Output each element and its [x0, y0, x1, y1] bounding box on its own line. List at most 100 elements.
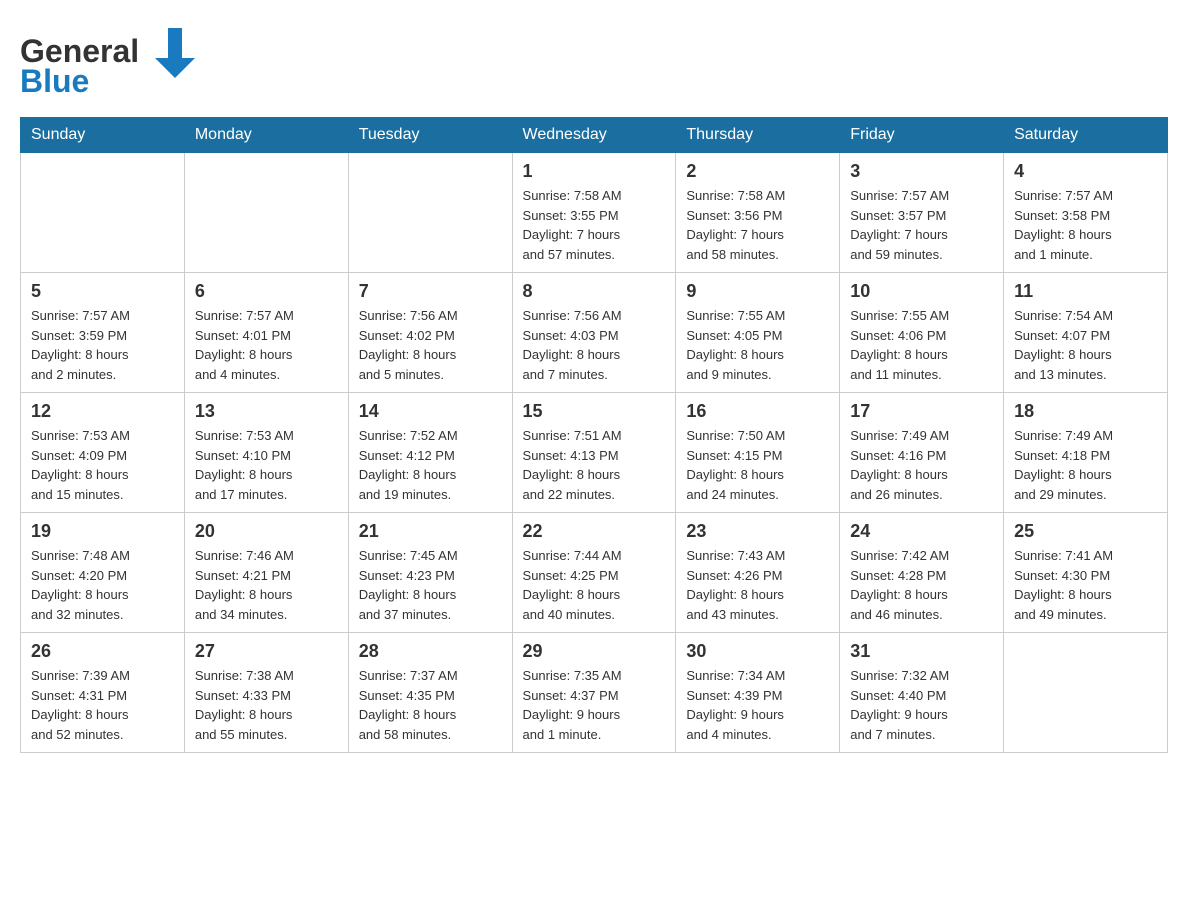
calendar-cell: 18 Sunrise: 7:49 AMSunset: 4:18 PMDayligh…	[1004, 393, 1168, 513]
day-number: 29	[523, 641, 666, 662]
day-info: Sunrise: 7:51 AMSunset: 4:13 PMDaylight:…	[523, 426, 666, 504]
calendar-cell: 28 Sunrise: 7:37 AMSunset: 4:35 PMDayligh…	[348, 633, 512, 753]
day-number: 30	[686, 641, 829, 662]
calendar-cell: 11 Sunrise: 7:54 AMSunset: 4:07 PMDayligh…	[1004, 273, 1168, 393]
calendar-cell: 5 Sunrise: 7:57 AMSunset: 3:59 PMDaylight…	[21, 273, 185, 393]
calendar-cell: 25 Sunrise: 7:41 AMSunset: 4:30 PMDayligh…	[1004, 513, 1168, 633]
logo: General Blue	[20, 20, 220, 105]
day-number: 8	[523, 281, 666, 302]
day-number: 17	[850, 401, 993, 422]
day-number: 31	[850, 641, 993, 662]
day-info: Sunrise: 7:43 AMSunset: 4:26 PMDaylight:…	[686, 546, 829, 624]
day-of-week-header: Tuesday	[348, 118, 512, 153]
calendar-week-row: 5 Sunrise: 7:57 AMSunset: 3:59 PMDaylight…	[21, 273, 1168, 393]
day-number: 3	[850, 161, 993, 182]
day-number: 2	[686, 161, 829, 182]
day-of-week-header: Sunday	[21, 118, 185, 153]
day-info: Sunrise: 7:50 AMSunset: 4:15 PMDaylight:…	[686, 426, 829, 504]
calendar-cell: 10 Sunrise: 7:55 AMSunset: 4:06 PMDayligh…	[840, 273, 1004, 393]
calendar-cell: 24 Sunrise: 7:42 AMSunset: 4:28 PMDayligh…	[840, 513, 1004, 633]
day-number: 9	[686, 281, 829, 302]
calendar-cell: 7 Sunrise: 7:56 AMSunset: 4:02 PMDaylight…	[348, 273, 512, 393]
day-info: Sunrise: 7:54 AMSunset: 4:07 PMDaylight:…	[1014, 306, 1157, 384]
day-number: 7	[359, 281, 502, 302]
day-of-week-header: Friday	[840, 118, 1004, 153]
day-info: Sunrise: 7:53 AMSunset: 4:09 PMDaylight:…	[31, 426, 174, 504]
calendar-cell: 22 Sunrise: 7:44 AMSunset: 4:25 PMDayligh…	[512, 513, 676, 633]
calendar-cell: 26 Sunrise: 7:39 AMSunset: 4:31 PMDayligh…	[21, 633, 185, 753]
day-info: Sunrise: 7:35 AMSunset: 4:37 PMDaylight:…	[523, 666, 666, 744]
calendar-cell: 21 Sunrise: 7:45 AMSunset: 4:23 PMDayligh…	[348, 513, 512, 633]
day-of-week-header: Saturday	[1004, 118, 1168, 153]
day-number: 4	[1014, 161, 1157, 182]
calendar-cell	[1004, 633, 1168, 753]
calendar-cell: 23Sunrise: 7:43 AMSunset: 4:26 PMDayligh…	[676, 513, 840, 633]
day-number: 24	[850, 521, 993, 542]
calendar-cell: 29 Sunrise: 7:35 AMSunset: 4:37 PMDayligh…	[512, 633, 676, 753]
day-number: 1	[523, 161, 666, 182]
day-number: 26	[31, 641, 174, 662]
calendar-cell	[184, 153, 348, 273]
day-of-week-header: Thursday	[676, 118, 840, 153]
day-info: Sunrise: 7:52 AMSunset: 4:12 PMDaylight:…	[359, 426, 502, 504]
day-info: Sunrise: 7:37 AMSunset: 4:35 PMDaylight:…	[359, 666, 502, 744]
calendar-cell: 2 Sunrise: 7:58 AMSunset: 3:56 PMDaylight…	[676, 153, 840, 273]
calendar-week-row: 26 Sunrise: 7:39 AMSunset: 4:31 PMDayligh…	[21, 633, 1168, 753]
day-number: 25	[1014, 521, 1157, 542]
day-info: Sunrise: 7:38 AMSunset: 4:33 PMDaylight:…	[195, 666, 338, 744]
day-info: Sunrise: 7:49 AMSunset: 4:16 PMDaylight:…	[850, 426, 993, 504]
calendar-cell: 14Sunrise: 7:52 AMSunset: 4:12 PMDayligh…	[348, 393, 512, 513]
day-info: Sunrise: 7:58 AMSunset: 3:56 PMDaylight:…	[686, 186, 829, 264]
calendar-cell	[21, 153, 185, 273]
calendar-week-row: 12 Sunrise: 7:53 AMSunset: 4:09 PMDayligh…	[21, 393, 1168, 513]
day-info: Sunrise: 7:55 AMSunset: 4:05 PMDaylight:…	[686, 306, 829, 384]
calendar-cell: 6Sunrise: 7:57 AMSunset: 4:01 PMDaylight…	[184, 273, 348, 393]
calendar-cell: 27 Sunrise: 7:38 AMSunset: 4:33 PMDayligh…	[184, 633, 348, 753]
page-header: General Blue	[20, 20, 1168, 107]
calendar-cell: 30 Sunrise: 7:34 AMSunset: 4:39 PMDayligh…	[676, 633, 840, 753]
day-info: Sunrise: 7:57 AMSunset: 3:59 PMDaylight:…	[31, 306, 174, 384]
calendar-week-row: 1 Sunrise: 7:58 AMSunset: 3:55 PMDaylight…	[21, 153, 1168, 273]
calendar-cell: 20 Sunrise: 7:46 AMSunset: 4:21 PMDayligh…	[184, 513, 348, 633]
day-info: Sunrise: 7:53 AMSunset: 4:10 PMDaylight:…	[195, 426, 338, 504]
calendar-cell: 1 Sunrise: 7:58 AMSunset: 3:55 PMDaylight…	[512, 153, 676, 273]
day-info: Sunrise: 7:32 AMSunset: 4:40 PMDaylight:…	[850, 666, 993, 744]
day-info: Sunrise: 7:39 AMSunset: 4:31 PMDaylight:…	[31, 666, 174, 744]
day-info: Sunrise: 7:57 AMSunset: 3:58 PMDaylight:…	[1014, 186, 1157, 264]
calendar-cell: 16 Sunrise: 7:50 AMSunset: 4:15 PMDayligh…	[676, 393, 840, 513]
day-info: Sunrise: 7:44 AMSunset: 4:25 PMDaylight:…	[523, 546, 666, 624]
day-number: 13	[195, 401, 338, 422]
day-info: Sunrise: 7:46 AMSunset: 4:21 PMDaylight:…	[195, 546, 338, 624]
day-info: Sunrise: 7:48 AMSunset: 4:20 PMDaylight:…	[31, 546, 174, 624]
day-number: 28	[359, 641, 502, 662]
day-number: 27	[195, 641, 338, 662]
day-info: Sunrise: 7:42 AMSunset: 4:28 PMDaylight:…	[850, 546, 993, 624]
day-info: Sunrise: 7:34 AMSunset: 4:39 PMDaylight:…	[686, 666, 829, 744]
day-number: 5	[31, 281, 174, 302]
calendar-cell: 31 Sunrise: 7:32 AMSunset: 4:40 PMDayligh…	[840, 633, 1004, 753]
day-info: Sunrise: 7:58 AMSunset: 3:55 PMDaylight:…	[523, 186, 666, 264]
calendar-cell: 8Sunrise: 7:56 AMSunset: 4:03 PMDaylight…	[512, 273, 676, 393]
day-number: 18	[1014, 401, 1157, 422]
day-number: 20	[195, 521, 338, 542]
calendar-cell: 13 Sunrise: 7:53 AMSunset: 4:10 PMDayligh…	[184, 393, 348, 513]
calendar-cell	[348, 153, 512, 273]
day-info: Sunrise: 7:57 AMSunset: 3:57 PMDaylight:…	[850, 186, 993, 264]
calendar-cell: 17 Sunrise: 7:49 AMSunset: 4:16 PMDayligh…	[840, 393, 1004, 513]
day-info: Sunrise: 7:56 AMSunset: 4:02 PMDaylight:…	[359, 306, 502, 384]
day-number: 10	[850, 281, 993, 302]
svg-text:Blue: Blue	[20, 63, 89, 99]
day-info: Sunrise: 7:55 AMSunset: 4:06 PMDaylight:…	[850, 306, 993, 384]
day-number: 12	[31, 401, 174, 422]
day-info: Sunrise: 7:45 AMSunset: 4:23 PMDaylight:…	[359, 546, 502, 624]
calendar-cell: 15Sunrise: 7:51 AMSunset: 4:13 PMDayligh…	[512, 393, 676, 513]
calendar-cell: 19 Sunrise: 7:48 AMSunset: 4:20 PMDayligh…	[21, 513, 185, 633]
calendar-header-row: SundayMondayTuesdayWednesdayThursdayFrid…	[21, 118, 1168, 153]
day-number: 22	[523, 521, 666, 542]
day-info: Sunrise: 7:49 AMSunset: 4:18 PMDaylight:…	[1014, 426, 1157, 504]
day-number: 21	[359, 521, 502, 542]
day-number: 11	[1014, 281, 1157, 302]
day-number: 16	[686, 401, 829, 422]
day-number: 19	[31, 521, 174, 542]
day-info: Sunrise: 7:41 AMSunset: 4:30 PMDaylight:…	[1014, 546, 1157, 624]
